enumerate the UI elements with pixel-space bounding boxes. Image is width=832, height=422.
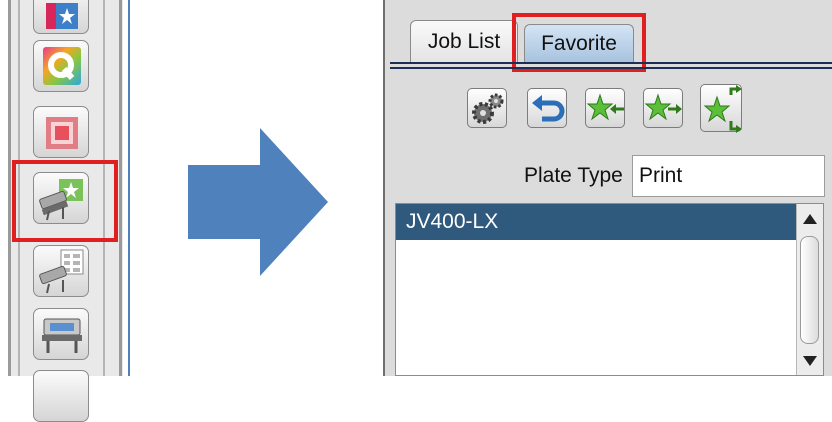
tab-underline: [390, 67, 832, 69]
plate-type-field[interactable]: Print: [632, 155, 825, 197]
toolbar-button-q-app[interactable]: [33, 40, 89, 92]
scroll-up-icon[interactable]: [803, 214, 817, 224]
plate-type-label: Plate Type: [524, 164, 623, 187]
panel-border: [383, 0, 385, 376]
right-arrow-icon: [188, 128, 328, 276]
plotter-icon: [42, 318, 82, 353]
printer-list-icon: [39, 249, 84, 294]
toolbar-divider: [119, 0, 122, 376]
q-app-icon: [43, 47, 81, 85]
toolbar-button-more[interactable]: [33, 370, 89, 422]
import-favorite-button[interactable]: [585, 88, 625, 128]
scroll-down-icon[interactable]: [803, 356, 817, 366]
tab-job-list[interactable]: Job List: [410, 20, 518, 62]
split-favorite-icon: [703, 85, 742, 133]
list-item[interactable]: JV400-LX: [396, 204, 796, 240]
settings-gear-icon: [472, 93, 504, 124]
favorite-star-icon: [46, 3, 78, 29]
export-favorite-button[interactable]: [643, 88, 683, 128]
vertical-scrollbar[interactable]: [796, 204, 823, 375]
toolbar-button-favorite-star[interactable]: [33, 0, 89, 34]
toolbar-divider: [8, 0, 11, 376]
highlight-toolbar-button: [12, 160, 118, 242]
undo-icon: [532, 95, 565, 122]
split-favorite-button[interactable]: [700, 84, 742, 133]
tab-underline: [390, 62, 832, 64]
settings-button[interactable]: [467, 88, 507, 128]
toolbar-edge: [128, 0, 130, 376]
toolbar-button-frame[interactable]: [33, 106, 89, 158]
frame-icon: [46, 117, 78, 149]
favorite-list[interactable]: JV400-LX: [395, 203, 824, 376]
export-favorite-icon: [644, 93, 682, 121]
toolbar-button-printer-list[interactable]: [33, 245, 89, 297]
scroll-thumb[interactable]: [800, 236, 819, 344]
import-favorite-icon: [586, 93, 624, 121]
toolbar-button-plotter[interactable]: [33, 308, 89, 360]
undo-button[interactable]: [527, 88, 567, 128]
